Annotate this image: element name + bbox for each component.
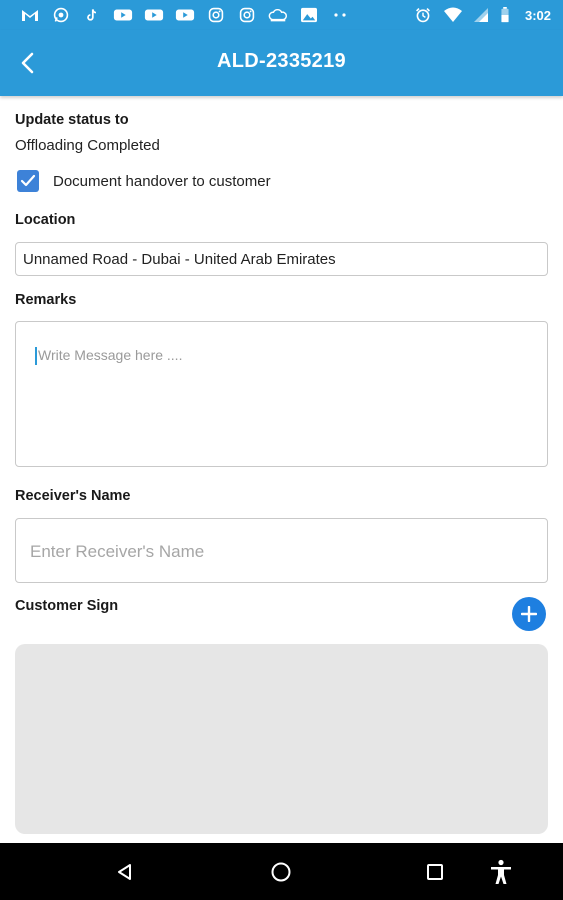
system-status-icons: 3:02 [413, 7, 551, 23]
location-field[interactable]: Unnamed Road - Dubai - United Arab Emira… [15, 242, 548, 276]
status-label: Update status to [15, 112, 129, 128]
checkbox-label: Document handover to customer [53, 172, 271, 190]
signal-icon [473, 7, 489, 23]
recents-square-icon [426, 863, 444, 881]
app-bar: ALD-2335219 [0, 30, 563, 96]
tiktok-icon [82, 7, 102, 23]
youtube-icon [144, 7, 164, 23]
more-dots-icon [330, 7, 352, 23]
remarks-label: Remarks [15, 292, 77, 308]
battery-icon [499, 7, 511, 23]
location-value: Unnamed Road - Dubai - United Arab Emira… [23, 251, 336, 268]
customer-sign-label: Customer Sign [15, 598, 119, 614]
location-label: Location [15, 212, 76, 228]
youtube-icon [175, 7, 195, 23]
text-caret [35, 347, 37, 366]
clock-time: 3:02 [524, 7, 551, 23]
page-title: ALD-2335219 [217, 50, 346, 72]
accessibility-icon [489, 859, 513, 885]
checkmark-icon [20, 174, 36, 188]
home-circle-icon [270, 861, 292, 883]
instagram-icon [206, 7, 226, 23]
wifi-icon [443, 7, 463, 23]
system-nav-bar [0, 843, 563, 900]
nav-home-button[interactable] [268, 859, 294, 885]
whatsapp-icon [51, 7, 71, 23]
document-handover-checkbox-row[interactable]: Document handover to customer [17, 170, 271, 192]
gmail-icon [20, 7, 40, 23]
image-icon [299, 7, 319, 23]
instagram-icon [237, 7, 257, 23]
notification-icons [20, 7, 352, 23]
receiver-name-placeholder: Enter Receiver's Name [30, 542, 205, 561]
status-bar: 3:02 [0, 0, 563, 30]
nav-back-button[interactable] [112, 859, 138, 885]
receiver-name-label: Receiver's Name [15, 488, 131, 504]
cloud-icon [268, 7, 288, 23]
alarm-icon [413, 7, 433, 23]
remarks-textarea[interactable]: Write Message here .... [15, 321, 548, 467]
back-triangle-icon [115, 862, 135, 882]
remarks-placeholder: Write Message here .... [38, 347, 183, 363]
add-signature-button[interactable] [512, 597, 546, 631]
status-value: Offloading Completed [15, 137, 160, 154]
nav-accessibility-button[interactable] [488, 859, 514, 885]
plus-icon [521, 606, 537, 622]
youtube-icon [113, 7, 133, 23]
document-handover-checkbox[interactable] [17, 170, 39, 192]
receiver-name-input[interactable]: Enter Receiver's Name [15, 518, 548, 583]
nav-recents-button[interactable] [422, 859, 448, 885]
signature-pad[interactable] [15, 644, 548, 834]
